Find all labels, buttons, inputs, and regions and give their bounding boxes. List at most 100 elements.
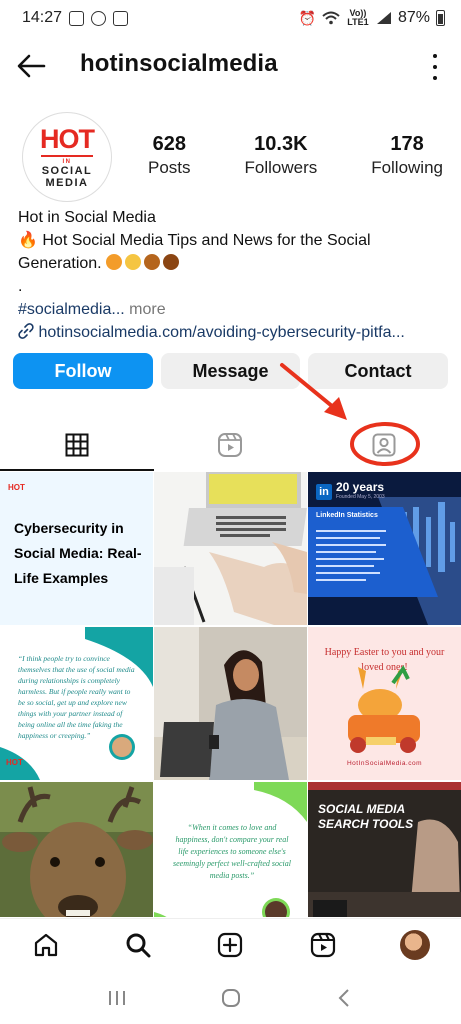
tagged-icon — [372, 433, 396, 457]
bio-line-3: . — [18, 278, 23, 295]
post-thumbnail[interactable] — [0, 782, 153, 917]
network-label: Vo)) LTE1 — [347, 8, 369, 27]
message-button[interactable]: Message — [161, 353, 300, 389]
profile-username: hotinsocialmedia — [80, 50, 278, 77]
profile-tabs — [0, 420, 461, 471]
nav-home[interactable] — [26, 925, 66, 965]
post-thumbnail[interactable]: SOCIAL MEDIA SEARCH TOOLS — [308, 782, 461, 917]
posts-grid: HOT Cybersecurity in Social Media: Real-… — [0, 472, 461, 917]
bio-hashtag[interactable]: #socialmedia... — [18, 301, 125, 318]
chat-notification-icon — [91, 10, 107, 26]
post-card-title: LinkedIn Statistics — [316, 512, 378, 519]
post-quote: “I think people try to convince themselv… — [18, 654, 135, 740]
stat-value: 178 — [390, 133, 424, 155]
post-logo-text: HOT — [6, 758, 23, 767]
stat-posts[interactable]: 628 Posts — [148, 132, 191, 180]
profile-avatar — [399, 929, 430, 960]
profile-display-name: Hot in Social Media — [18, 209, 156, 226]
stat-value: 10.3K — [254, 133, 308, 155]
logo-hot-text: HOT — [40, 123, 95, 154]
post-thumbnail[interactable]: in 20 years Founded May 5, 2003 LinkedIn… — [308, 472, 461, 625]
status-time: 14:27 — [22, 9, 63, 26]
bio-line-1: 🔥 Hot Social Media Tips and News for the… — [18, 229, 448, 252]
arrow-left-icon[interactable] — [14, 50, 48, 82]
tab-posts-grid[interactable] — [0, 420, 154, 471]
easter-bunny-car-image — [348, 665, 420, 753]
logo-media-text: MEDIA — [45, 176, 89, 189]
post-thumbnail[interactable]: Happy Easter to you and your loved ones!… — [308, 627, 461, 780]
bio-hashtag-line: #socialmedia... more — [18, 298, 448, 321]
nav-create[interactable] — [210, 925, 250, 965]
follow-button[interactable]: Follow — [13, 353, 153, 389]
post-quote: “When it comes to love and happiness, do… — [173, 823, 291, 880]
woman-emoji-icon — [144, 254, 161, 270]
link-icon — [18, 323, 34, 339]
status-bar: 14:27 ⏰ Vo)) LTE1 87% — [0, 0, 461, 36]
post-title: Cybersecurity in Social Media: Real-Life… — [14, 520, 142, 586]
search-icon — [126, 933, 151, 957]
battery-icon — [436, 10, 445, 26]
gallery-notification-icon — [69, 10, 85, 26]
bio-website-link[interactable]: hotinsocialmedia.com/avoiding-cybersecur… — [38, 324, 404, 341]
reels-icon — [218, 433, 243, 457]
recent-apps-icon[interactable] — [106, 988, 128, 1008]
post-site-text: HotInSocialMedia.com — [346, 760, 423, 767]
post-title: SOCIAL MEDIA SEARCH TOOLS — [318, 802, 414, 831]
signal-icon — [376, 12, 391, 24]
stat-following[interactable]: 178 Following — [371, 132, 443, 180]
home-button-icon[interactable] — [220, 987, 242, 1009]
profile-bio: Hot in Social Media 🔥 Hot Social Media T… — [18, 206, 448, 344]
laptop-photo-image — [154, 472, 307, 625]
system-navigation — [0, 972, 461, 1024]
grid-icon — [65, 433, 89, 457]
stat-value: 628 — [152, 133, 186, 155]
logo-divider — [41, 154, 93, 157]
post-headline: 20 years — [336, 480, 385, 494]
post-thumbnail[interactable] — [154, 627, 307, 780]
post-thumbnail[interactable]: “When it comes to love and happiness, do… — [154, 782, 307, 917]
profile-header: hotinsocialmedia — [0, 40, 461, 92]
create-icon — [218, 932, 243, 957]
reels-icon — [310, 932, 335, 957]
older-person-emoji-icon — [125, 254, 142, 270]
annotation-arrowhead — [324, 397, 347, 420]
logo-social-text: SOCIAL — [41, 164, 93, 177]
stat-label: Following — [371, 158, 443, 177]
alarm-icon: ⏰ — [298, 9, 316, 26]
post-thumbnail[interactable]: “I think people try to convince themselv… — [0, 627, 153, 780]
nav-reels[interactable] — [303, 925, 343, 965]
post-thumbnail[interactable] — [154, 472, 307, 625]
tab-reels[interactable] — [154, 420, 308, 470]
nav-profile[interactable] — [395, 925, 435, 965]
wifi-icon — [322, 11, 340, 25]
stat-followers[interactable]: 10.3K Followers — [244, 132, 317, 180]
person-raising-hand-emoji-icon — [106, 254, 123, 270]
viber-notification-icon — [113, 10, 129, 26]
kebab-menu-icon[interactable] — [431, 54, 439, 80]
post-thumbnail[interactable]: HOT Cybersecurity in Social Media: Real-… — [0, 472, 153, 625]
bio-more-link[interactable]: more — [129, 301, 165, 318]
profile-actions: Follow Message Contact — [13, 353, 448, 391]
man-emoji-icon — [163, 254, 180, 270]
profile-stats: 628 Posts 10.3K Followers 178 Following — [148, 132, 443, 180]
deer-photo-image — [0, 782, 153, 917]
bio-link-line[interactable]: hotinsocialmedia.com/avoiding-cybersecur… — [18, 321, 448, 344]
stat-label: Followers — [244, 158, 318, 177]
profile-avatar[interactable]: HOT IN SOCIAL MEDIA — [22, 112, 112, 202]
linkedin-badge: in — [316, 484, 332, 500]
nav-search[interactable] — [118, 925, 158, 965]
home-icon — [34, 933, 58, 956]
tab-tagged[interactable] — [307, 420, 461, 470]
bio-text-2: Generation. — [18, 255, 102, 272]
post-logo-text: HOT — [8, 483, 25, 492]
stat-label: Posts — [148, 158, 191, 177]
contact-button[interactable]: Contact — [308, 353, 448, 389]
bio-text-1: Hot Social Media Tips and News for the S… — [42, 232, 371, 249]
fire-emoji-icon: 🔥 — [18, 232, 38, 249]
bottom-navigation — [0, 918, 461, 970]
battery-percent: 87% — [397, 9, 430, 26]
back-button-icon[interactable] — [335, 987, 355, 1009]
post-subline: Founded May 5, 2003 — [336, 494, 385, 500]
bio-line-2: Generation. — [18, 252, 448, 275]
woman-phone-photo-image — [154, 627, 307, 780]
